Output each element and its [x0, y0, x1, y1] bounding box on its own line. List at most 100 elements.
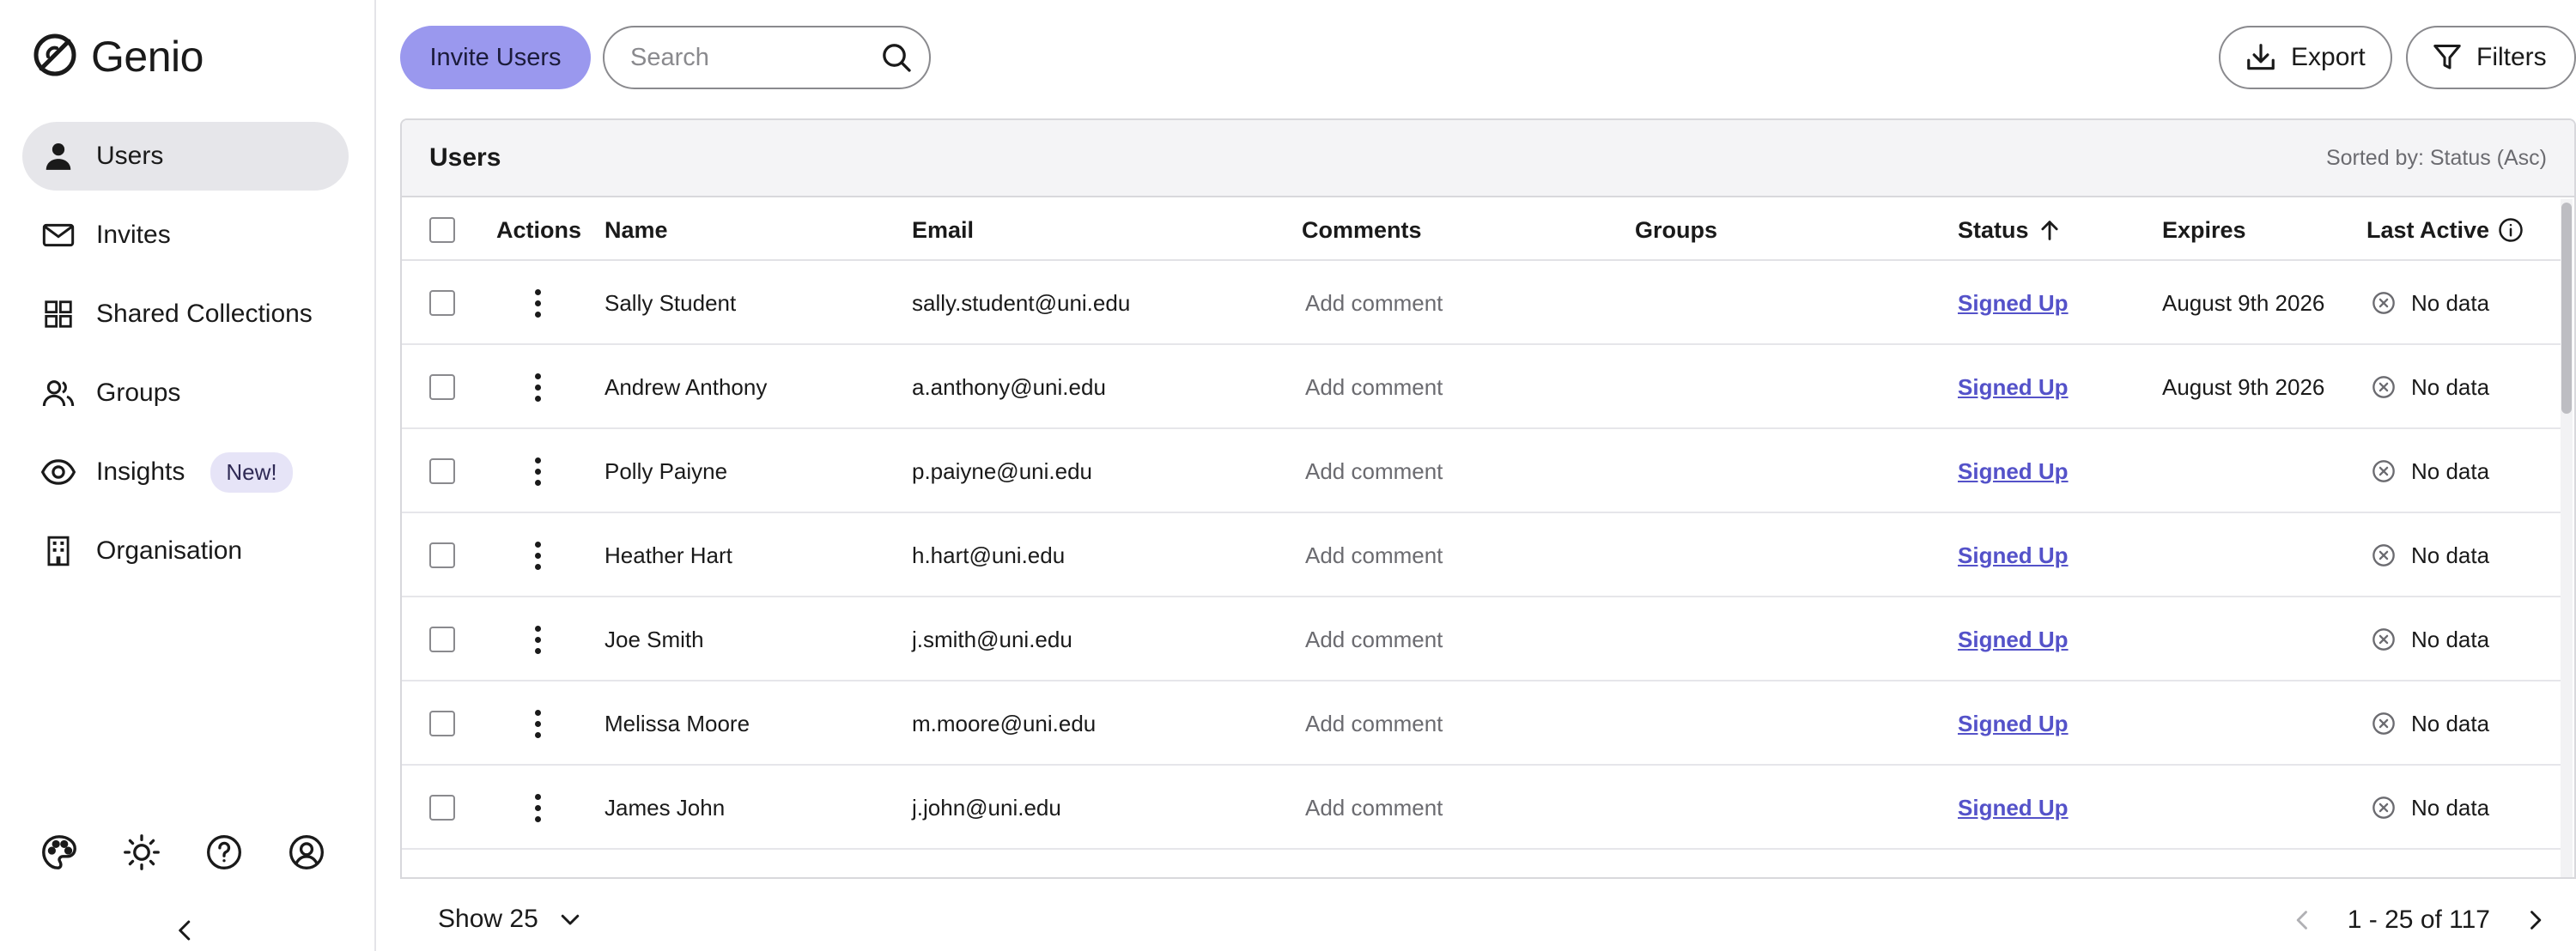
last-active-cell: No data [2372, 261, 2489, 345]
row-select-cell [429, 345, 455, 429]
add-comment-field[interactable]: Add comment [1305, 766, 1443, 850]
select-all-checkbox[interactable] [429, 217, 455, 243]
search-icon[interactable] [879, 40, 914, 75]
row-checkbox[interactable] [429, 795, 455, 821]
status-cell: Signed Up [1958, 597, 2069, 681]
more-vertical-icon[interactable] [525, 621, 550, 658]
row-actions-cell [525, 766, 550, 850]
column-header-expires[interactable]: Expires [2162, 199, 2246, 261]
sidebar-item-label: Shared Collections [96, 300, 313, 328]
account-icon[interactable] [287, 833, 326, 872]
row-checkbox[interactable] [429, 542, 455, 568]
status-link[interactable]: Signed Up [1958, 458, 2069, 485]
sidebar-item-shared-collections[interactable]: Shared Collections [22, 280, 349, 348]
add-comment-field[interactable]: Add comment [1305, 597, 1443, 681]
status-cell: Signed Up [1958, 766, 2069, 850]
user-name: Joe Smith [605, 626, 704, 652]
more-vertical-icon[interactable] [525, 452, 550, 490]
row-checkbox[interactable] [429, 290, 455, 316]
sidebar-item-label: Users [96, 142, 164, 170]
sidebar-item-label: Organisation [96, 536, 243, 565]
scrollbar-thumb[interactable] [2561, 203, 2572, 414]
building-icon [39, 532, 77, 570]
users-table-panel: Users Sorted by: Status (Asc) Actions Na… [400, 118, 2576, 879]
page-size-select[interactable]: Show 25 [438, 905, 583, 934]
filter-icon [2432, 42, 2463, 73]
row-actions-cell [525, 345, 550, 429]
more-vertical-icon[interactable] [525, 284, 550, 322]
palette-icon[interactable] [39, 833, 79, 872]
next-page-icon[interactable] [2519, 905, 2550, 936]
column-header-comments[interactable]: Comments [1302, 199, 1422, 261]
row-select-cell [429, 597, 455, 681]
help-icon[interactable] [204, 833, 244, 872]
last-active-cell: No data [2372, 681, 2489, 766]
sidebar-item-insights[interactable]: Insights New! [22, 438, 349, 506]
filters-button[interactable]: Filters [2406, 26, 2576, 89]
row-checkbox[interactable] [429, 711, 455, 736]
select-all-cell [429, 199, 455, 261]
chevron-left-icon[interactable] [168, 913, 203, 948]
expires-date: August 9th 2026 [2162, 373, 2325, 400]
app-name: Genio [91, 33, 204, 81]
status-link[interactable]: Signed Up [1958, 290, 2069, 317]
more-vertical-icon[interactable] [525, 536, 550, 574]
row-select-cell [429, 429, 455, 513]
user-email: p.paiyne@uni.edu [912, 457, 1092, 484]
user-email: j.smith@uni.edu [912, 626, 1072, 652]
close-circle-icon [2372, 543, 2396, 567]
status-link[interactable]: Signed Up [1958, 374, 2069, 401]
user-name: Sally Student [605, 289, 737, 316]
row-checkbox[interactable] [429, 374, 455, 400]
status-link[interactable]: Signed Up [1958, 627, 2069, 653]
genio-logo-icon [31, 31, 79, 83]
sidebar-item-organisation[interactable]: Organisation [22, 517, 349, 585]
row-checkbox[interactable] [429, 458, 455, 484]
last-active-cell: No data [2372, 345, 2489, 429]
sidebar-item-users[interactable]: Users [22, 122, 349, 191]
invite-users-button[interactable]: Invite Users [400, 26, 591, 89]
sidebar-item-groups[interactable]: Groups [22, 359, 349, 427]
expires-date: August 9th 2026 [2162, 289, 2325, 316]
table-row: Polly Paiyne p.paiyne@uni.edu Add comment S… [402, 429, 2566, 513]
add-comment-field[interactable]: Add comment [1305, 681, 1443, 766]
more-vertical-icon[interactable] [525, 789, 550, 827]
prev-page-icon[interactable] [2287, 905, 2318, 936]
last-active-cell: No data [2372, 597, 2489, 681]
last-active-value: No data [2411, 710, 2490, 736]
row-actions-cell [525, 261, 550, 345]
info-icon[interactable] [2498, 217, 2524, 243]
add-comment-field[interactable]: Add comment [1305, 429, 1443, 513]
sun-icon[interactable] [122, 833, 161, 872]
pagination: 1 - 25 of 117 [2287, 905, 2550, 936]
add-comment-field[interactable]: Add comment [1305, 345, 1443, 429]
user-name: Polly Paiyne [605, 457, 728, 484]
column-header-email[interactable]: Email [912, 199, 974, 261]
column-header-status[interactable]: Status [1958, 199, 2062, 261]
status-link[interactable]: Signed Up [1958, 711, 2069, 737]
table-scrollbar[interactable] [2561, 199, 2573, 877]
column-header-last-active[interactable]: Last Active [2366, 199, 2524, 261]
search-input[interactable] [630, 43, 879, 72]
user-name: James John [605, 794, 726, 821]
add-comment-field[interactable]: Add comment [1305, 261, 1443, 345]
user-email: h.hart@uni.edu [912, 542, 1066, 568]
column-header-name[interactable]: Name [605, 199, 668, 261]
sidebar-item-invites[interactable]: Invites [22, 201, 349, 270]
status-link[interactable]: Signed Up [1958, 542, 2069, 569]
status-link[interactable]: Signed Up [1958, 795, 2069, 821]
last-active-value: No data [2411, 373, 2490, 400]
column-header-last-active-label: Last Active [2366, 216, 2490, 243]
table-row: Heather Hart h.hart@uni.edu Add comment Sig… [402, 513, 2566, 597]
status-cell: Signed Up [1958, 513, 2069, 597]
add-comment-field[interactable]: Add comment [1305, 513, 1443, 597]
sidebar-item-label: Invites [96, 221, 171, 249]
sidebar: Genio Users Invites Shared Collections G… [0, 0, 376, 951]
logo[interactable]: Genio [31, 31, 204, 82]
row-checkbox[interactable] [429, 627, 455, 652]
export-button[interactable]: Export [2219, 26, 2392, 89]
more-vertical-icon[interactable] [525, 368, 550, 406]
more-vertical-icon[interactable] [525, 705, 550, 742]
user-icon [39, 137, 77, 175]
column-header-groups[interactable]: Groups [1635, 199, 1717, 261]
